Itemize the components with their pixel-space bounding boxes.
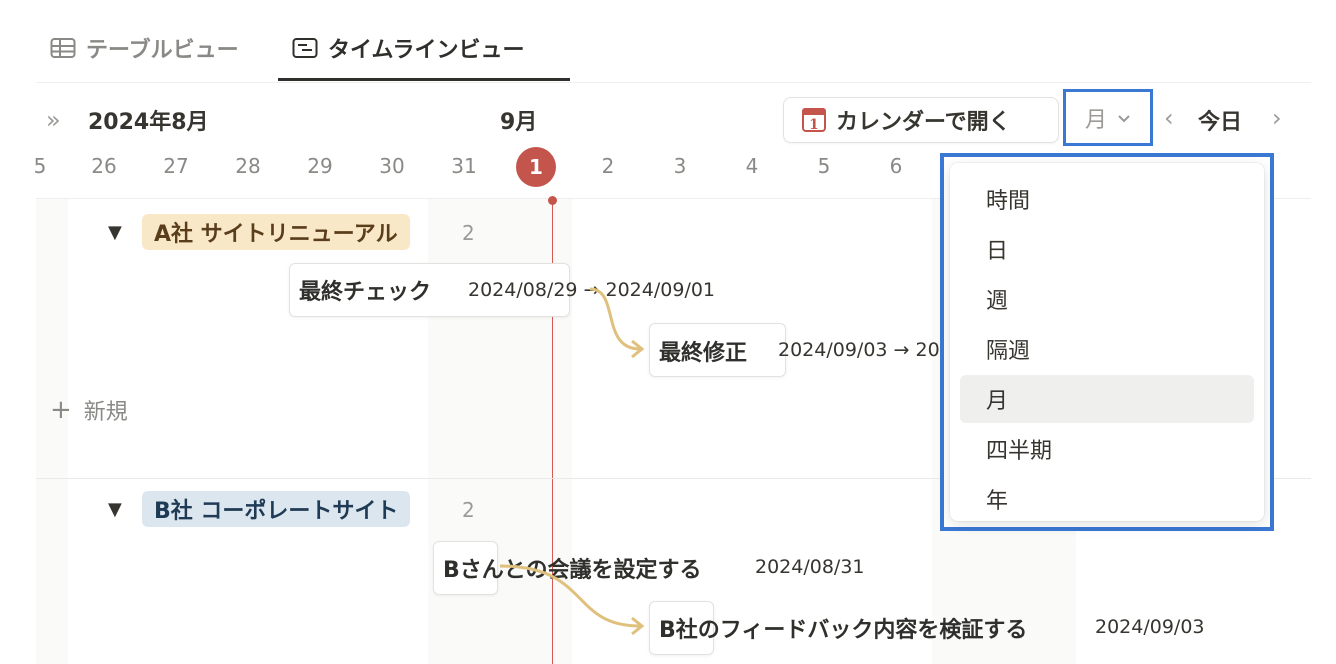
period-option-day[interactable]: 日 — [960, 225, 1254, 273]
period-option-month[interactable]: 月 — [960, 375, 1254, 423]
period-option-quarter[interactable]: 四半期 — [960, 425, 1254, 473]
period-option-year[interactable]: 年 — [960, 475, 1254, 523]
dependency-arrow — [499, 564, 641, 628]
period-dropdown-panel: 時間 日 週 隔週 月 四半期 年 — [950, 163, 1264, 521]
period-dropdown-menu: 時間 日 週 隔週 月 四半期 年 — [940, 153, 1274, 531]
dependency-arrow — [589, 287, 641, 351]
period-option-hour[interactable]: 時間 — [960, 175, 1254, 223]
period-option-week[interactable]: 週 — [960, 275, 1254, 323]
period-option-biweek[interactable]: 隔週 — [960, 325, 1254, 373]
